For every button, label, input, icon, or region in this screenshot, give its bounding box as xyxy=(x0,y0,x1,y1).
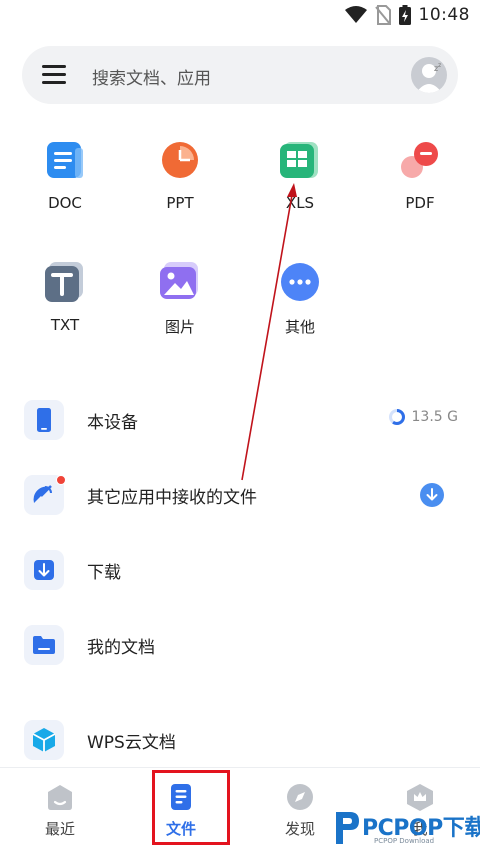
type-ppt[interactable]: PPT xyxy=(140,140,220,212)
battery-charging-icon xyxy=(398,5,411,25)
type-label: 其他 xyxy=(284,318,315,336)
type-label: PDF xyxy=(405,194,435,212)
avatar-placeholder-icon: z z xyxy=(416,62,442,93)
type-label: 图片 xyxy=(164,318,195,336)
wifi-icon xyxy=(344,6,367,23)
recent-icon xyxy=(45,782,75,812)
folder-icon xyxy=(24,625,64,665)
type-other[interactable]: 其他 xyxy=(260,262,340,337)
type-label: DOC xyxy=(48,194,82,212)
cloud-cube-icon xyxy=(24,720,64,760)
list-item-label: WPS云文档 xyxy=(87,733,176,753)
ppt-icon xyxy=(160,140,200,180)
status-icons: 10:48 xyxy=(344,5,471,25)
nav-discover[interactable]: 发现 xyxy=(260,768,340,853)
storage-ring-icon xyxy=(388,409,405,425)
watermark-logo-icon xyxy=(336,812,359,844)
svg-text:z: z xyxy=(438,62,441,69)
type-image[interactable]: 图片 xyxy=(140,262,220,337)
image-icon xyxy=(160,262,200,302)
watermark: PCPOP下载 PCPOP Download xyxy=(332,806,480,850)
list-item-label: 其它应用中接收的文件 xyxy=(87,488,257,508)
txt-icon xyxy=(45,262,85,302)
storage-indicator: 13.5 G xyxy=(388,408,458,426)
type-pdf[interactable]: PDF xyxy=(380,140,460,212)
phone-icon xyxy=(24,400,64,440)
pdf-icon xyxy=(400,140,440,180)
status-bar: 10:48 xyxy=(0,0,480,34)
list-item-wps-cloud[interactable]: WPS云文档 xyxy=(0,710,480,770)
search-input[interactable]: 搜索文档、应用 xyxy=(92,64,211,89)
search-bar[interactable]: 搜索文档、应用 z z xyxy=(22,46,458,104)
notification-badge xyxy=(56,475,66,485)
avatar[interactable]: z z xyxy=(411,57,447,93)
nav-label: 最近 xyxy=(44,820,75,838)
watermark-sub: PCPOP Download xyxy=(374,837,435,845)
receive-download-button[interactable] xyxy=(420,483,444,507)
menu-icon[interactable] xyxy=(42,65,66,85)
nav-label: 发现 xyxy=(284,820,315,838)
annotation-highlight-box xyxy=(152,770,230,845)
more-icon xyxy=(280,262,320,302)
type-xls[interactable]: XLS xyxy=(260,140,340,212)
type-label: XLS xyxy=(285,194,315,212)
list-item-downloads[interactable]: 下载 xyxy=(0,540,480,600)
list-item-label: 我的文档 xyxy=(87,638,155,658)
download-circle-icon xyxy=(420,483,444,507)
type-label: TXT xyxy=(50,316,80,334)
storage-text: 13.5 G xyxy=(411,409,458,425)
nav-recent[interactable]: 最近 xyxy=(20,768,100,853)
compass-icon xyxy=(285,782,315,812)
download-icon xyxy=(24,550,64,590)
no-sim-icon xyxy=(374,5,391,25)
list-item-device[interactable]: 本设备 13.5 G xyxy=(0,390,480,450)
status-time: 10:48 xyxy=(418,5,470,25)
list-item-label: 本设备 xyxy=(87,413,138,433)
list-item-my-documents[interactable]: 我的文档 xyxy=(0,615,480,675)
list-item-received-files[interactable]: 其它应用中接收的文件 xyxy=(0,465,480,525)
list-item-label: 下载 xyxy=(87,563,121,583)
type-label: PPT xyxy=(166,194,194,212)
type-doc[interactable]: DOC xyxy=(25,140,105,212)
xls-icon xyxy=(280,140,320,180)
doc-icon xyxy=(45,140,85,180)
type-txt[interactable]: TXT xyxy=(25,262,105,334)
